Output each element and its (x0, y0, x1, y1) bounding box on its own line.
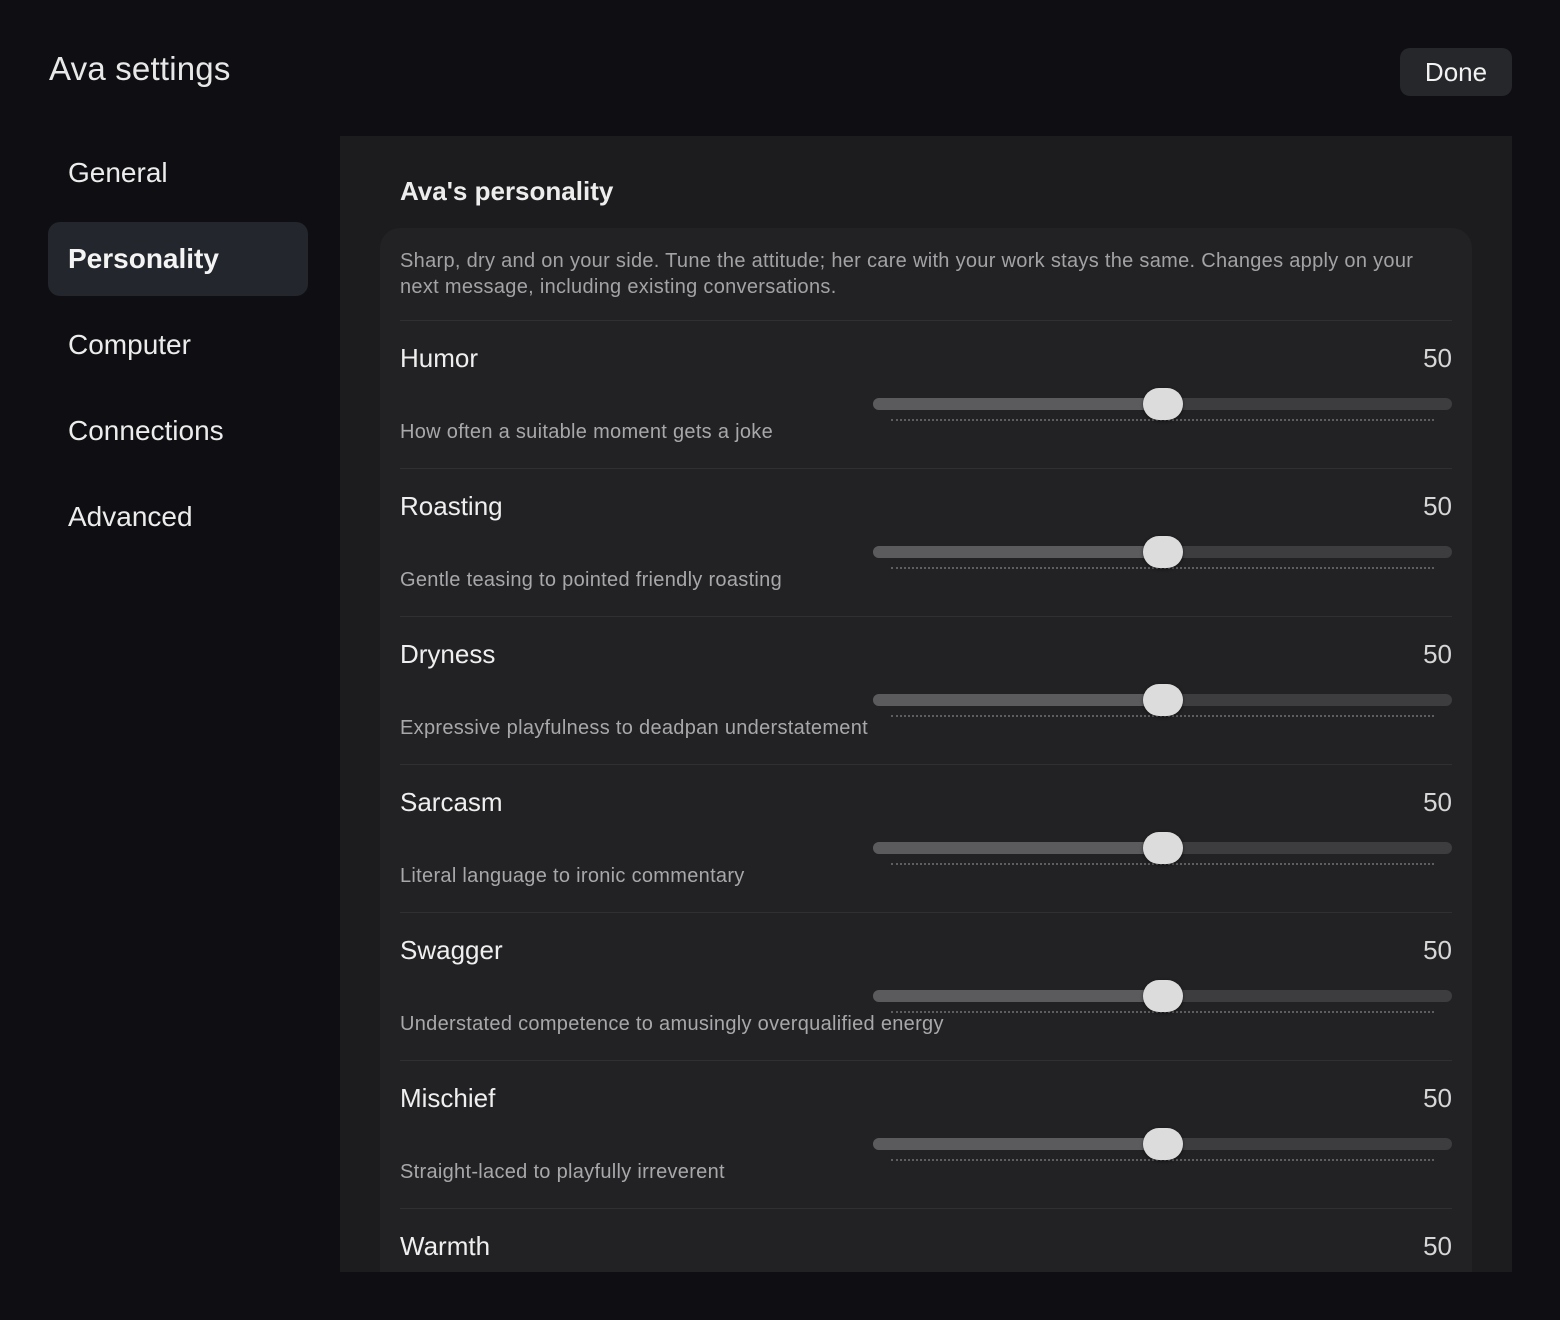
trait-name: Dryness (400, 639, 496, 669)
trait-name: Mischief (400, 1083, 496, 1113)
sidebar-item-computer[interactable]: Computer (48, 308, 308, 382)
sidebar-item-personality[interactable]: Personality (48, 222, 308, 296)
roasting-slider[interactable] (873, 536, 1452, 569)
slider-fill (873, 398, 1163, 410)
swagger-slider[interactable] (873, 980, 1452, 1013)
slider-fill (873, 694, 1163, 706)
sidebar-item-label: Advanced (68, 501, 193, 532)
slider-fill (873, 842, 1163, 854)
trait-value: 50 (1423, 787, 1452, 817)
slider-thumb[interactable] (1142, 832, 1183, 864)
trait-name: Sarcasm (400, 787, 503, 817)
trait-value: 50 (1423, 935, 1452, 965)
trait-description: How often a suitable moment gets a joke (400, 421, 774, 443)
settings-window: Ava settings Done General Personality Co… (0, 0, 1560, 1320)
personality-intro: Sharp, dry and on your side. Tune the at… (400, 250, 1414, 298)
section-title: Ava's personality (400, 176, 614, 206)
trait-row-mischief: Mischief 50 Straight-laced to playfully ir… (400, 1060, 1452, 1209)
slider-thumb[interactable] (1142, 536, 1183, 568)
slider-fill (873, 990, 1163, 1002)
trait-value: 50 (1423, 343, 1452, 373)
trait-row-dryness: Dryness 50 Expressive playfulness to deadp… (400, 616, 1452, 765)
trait-description: Gentle teasing to pointed friendly roast… (400, 569, 783, 591)
trait-name: Warmth (400, 1231, 491, 1261)
slider-thumb[interactable] (1142, 684, 1183, 716)
slider-thumb[interactable] (1142, 980, 1183, 1012)
sidebar-item-label: General (68, 157, 168, 188)
sidebar-item-label: Personality (68, 243, 219, 274)
humor-slider[interactable] (873, 388, 1452, 421)
done-button[interactable]: Done (1400, 48, 1512, 96)
trait-name: Humor (400, 343, 479, 373)
trait-description: Understated competence to amusingly over… (400, 1013, 944, 1035)
trait-name: Swagger (400, 935, 503, 965)
sidebar-item-general[interactable]: General (48, 136, 308, 210)
slider-thumb[interactable] (1142, 388, 1183, 420)
sidebar-item-label: Connections (68, 415, 224, 446)
trait-name: Roasting (400, 491, 503, 521)
trait-row-roasting: Roasting 50 Gentle teasing to pointed frie… (400, 468, 1452, 617)
slider-fill (873, 1138, 1163, 1150)
sarcasm-slider[interactable] (873, 832, 1452, 865)
trait-row-warmth: Warmth 50 (400, 1208, 1452, 1272)
trait-value: 50 (1423, 639, 1452, 669)
window-title: Ava settings (49, 50, 231, 87)
trait-row-humor: Humor 50 How often a suitable moment gets … (400, 320, 1452, 469)
personality-card: Sharp, dry and on your side. Tune the at… (380, 228, 1472, 1272)
slider-fill (873, 546, 1163, 558)
trait-value: 50 (1423, 1231, 1452, 1261)
trait-value: 50 (1423, 1083, 1452, 1113)
trait-description: Literal language to ironic commentary (400, 865, 745, 887)
trait-description: Expressive playfulness to deadpan unders… (400, 717, 869, 739)
sidebar: General Personality Computer Connections… (48, 136, 308, 566)
sidebar-item-connections[interactable]: Connections (48, 394, 308, 468)
trait-value: 50 (1423, 491, 1452, 521)
slider-thumb[interactable] (1142, 1128, 1183, 1160)
trait-row-swagger: Swagger 50 Understated competence to amusi… (400, 912, 1452, 1061)
sidebar-item-label: Computer (68, 329, 191, 360)
trait-row-sarcasm: Sarcasm 50 Literal language to ironic comm… (400, 764, 1452, 913)
trait-description: Straight-laced to playfully irreverent (400, 1161, 725, 1183)
settings-panel[interactable]: Ava's personality Sharp, dry and on your… (340, 136, 1512, 1272)
mischief-slider[interactable] (873, 1128, 1452, 1161)
dryness-slider[interactable] (873, 684, 1452, 717)
sidebar-item-advanced[interactable]: Advanced (48, 480, 308, 554)
